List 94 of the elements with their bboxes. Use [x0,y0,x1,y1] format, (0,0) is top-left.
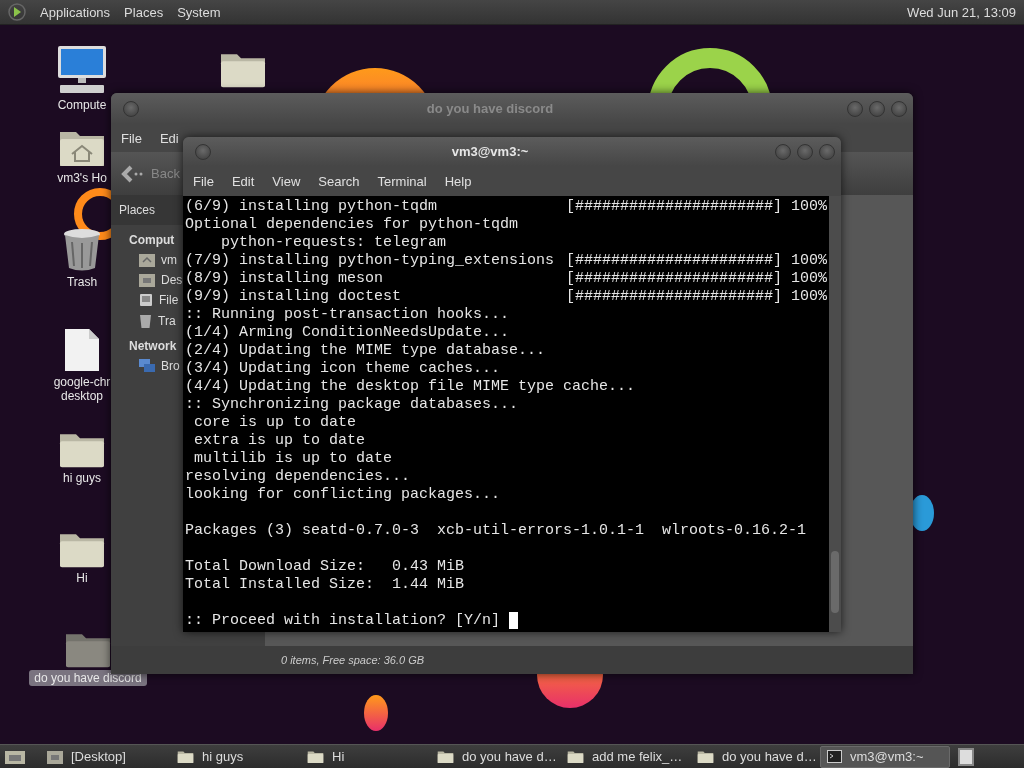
terminal-line: multilib is up to date [193,450,393,468]
wallpaper-blob [910,495,934,531]
network-icon [139,359,155,373]
workspace-switcher[interactable] [958,747,974,766]
wallpaper-blob [364,695,388,731]
icon-label[interactable]: hi guys [63,470,101,487]
folder-icon [437,749,454,764]
scrollbar-thumb[interactable] [831,551,839,613]
sidebar-item[interactable]: Des [161,273,183,287]
trash-icon [62,228,102,272]
terminal-line: Optional dependencies for python-tqdm [185,216,519,234]
sidebar-item[interactable]: vm [161,253,177,267]
terminal-icon [827,750,842,763]
minimize-button[interactable] [847,100,863,117]
menu-item[interactable]: Edit [231,173,255,189]
terminal-line: (4/4) Updating the desktop file MIME type cache... [185,378,636,396]
window-title: vm3@vm3:~ [450,144,530,159]
window-title: do you have discord [425,101,555,116]
folder-icon [567,749,584,764]
progress-text: [######################] 100% [565,288,827,306]
progress-text: [######################] 100% [565,252,827,270]
terminal-line: resolving dependencies... [185,468,411,486]
taskbar-button[interactable]: do you have d… [690,745,820,768]
menu-item[interactable]: Terminal [377,173,427,189]
taskbar-button[interactable]: do you have d… [430,745,560,768]
icon-label[interactable]: vm3's Ho [57,170,107,186]
terminal-line: :: Synchronizing package databases... [185,396,519,414]
icon-label[interactable]: Compute [57,97,107,113]
logo-icon [8,3,26,21]
show-desktop-icon[interactable] [4,748,26,765]
maximize-button[interactable] [797,143,813,160]
folder-icon [47,749,63,764]
trash-icon [139,313,152,328]
menu-item[interactable]: File [193,173,214,189]
terminal-line: core is up to date [193,414,357,432]
terminal-line: looking for conflicting packages... [185,486,501,504]
taskbar-button[interactable]: vm3@vm3:~ [820,745,950,768]
status-bar: 0 items, Free space: 36.0 GB [111,646,913,674]
terminal-line: (8/9) installing meson [185,270,384,288]
terminal-line: (6/9) installing python-tqdm [185,198,438,216]
terminal-line: :: Running post-transaction hooks... [185,306,510,324]
icon-label[interactable]: Trash [66,274,98,290]
close-button[interactable] [819,143,835,160]
panel-menu[interactable]: Applications [40,4,111,20]
sidebar-item[interactable]: File [159,293,179,307]
menu-item[interactable]: Edi [159,130,179,146]
icon-label[interactable]: Hi [76,570,88,587]
folder-icon [697,749,714,764]
terminal-line: (1/4) Arming ConditionNeedsUpdate... [185,324,510,342]
terminal-line: (7/9) installing python-typing_extensions [185,252,555,270]
sidebar-heading: Network [129,339,177,353]
terminal-line: extra is up to date [193,432,366,450]
computer-icon [56,45,108,95]
terminal-line: (2/4) Updating the MIME type database... [185,342,546,360]
folder-icon [177,749,194,764]
terminal-line: Total Installed Size: 1.44 MiB [185,576,465,594]
terminal-line: (3/4) Updating icon theme caches... [185,360,501,378]
terminal-line: (9/9) installing doctest [185,288,402,306]
menu-item[interactable]: Help [444,173,472,189]
window-menu-button[interactable] [195,143,211,160]
terminal-prompt: :: Proceed with installation? [Y/n] [185,612,501,630]
home-icon [139,253,155,267]
menu-item[interactable]: Search [318,173,360,189]
text-cursor [509,612,519,629]
close-button[interactable] [891,100,907,117]
maximize-button[interactable] [869,100,885,117]
progress-text: [######################] 100% [565,270,827,288]
clock[interactable]: Wed Jun 21, 13:09 [907,4,1016,20]
terminal-line: python-requests: telegram [220,234,447,252]
panel-menu[interactable]: System [177,4,221,20]
icon-label[interactable]: do you have discord [29,670,147,687]
taskbar-button[interactable]: add me felix_… [560,745,690,768]
window-menu-button[interactable] [123,100,139,117]
scrollbar[interactable] [829,196,841,632]
menu-item[interactable]: File [121,130,142,146]
taskbar-button[interactable]: [Desktop] [40,745,170,768]
back-arrow-icon [121,164,143,183]
sidebar-header[interactable]: Places [119,203,156,217]
minimize-button[interactable] [775,143,791,160]
drive-icon [139,293,153,307]
panel-menu[interactable]: Places [124,4,164,20]
taskbar-button[interactable]: Hi [300,745,430,768]
file-icon [64,328,100,372]
progress-text: [######################] 100% [565,198,827,216]
sidebar-item[interactable]: Tra [158,313,176,328]
terminal-line: Packages (3) seatd-0.7.0-3 xcb-util-errors-1.0.1-1 wlroots-0.16.2-1 [185,522,807,540]
sidebar-item[interactable]: Bro [161,359,180,373]
terminal-line: Total Download Size: 0.43 MiB [185,558,465,576]
folder-icon [139,273,155,287]
folder-icon [307,749,324,764]
taskbar-button[interactable]: hi guys [170,745,300,768]
icon-label[interactable]: google-chr desktop [53,374,111,404]
menu-item[interactable]: View [272,173,301,189]
sidebar-heading: Comput [129,233,175,247]
